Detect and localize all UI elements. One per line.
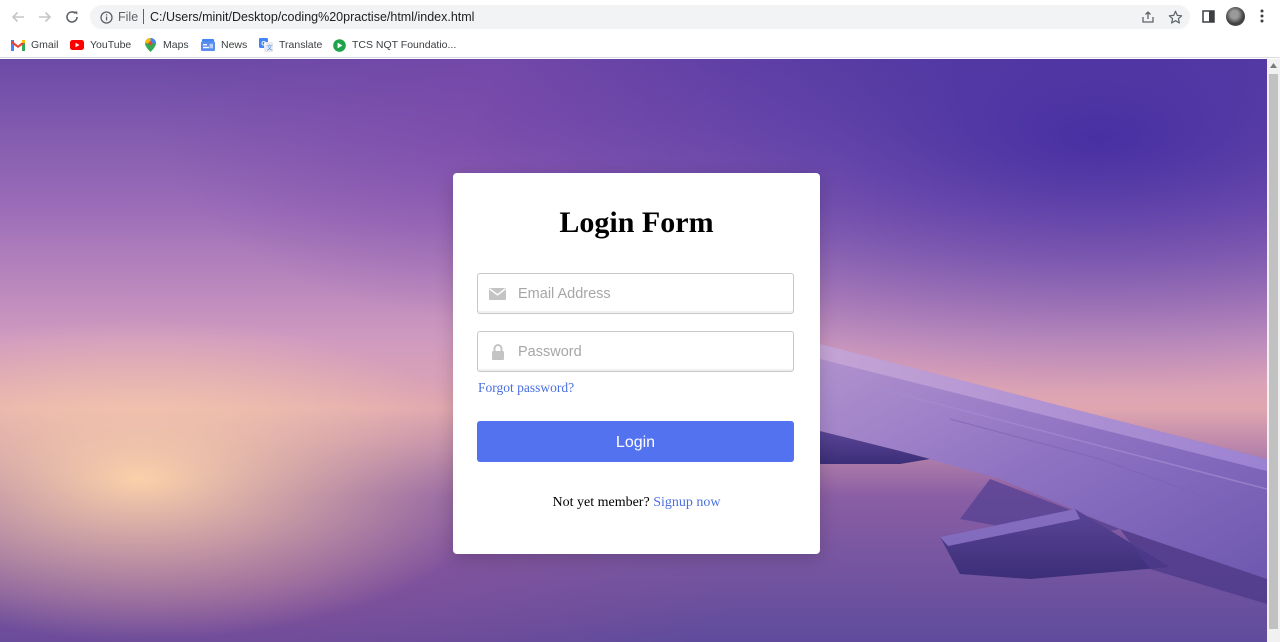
bookmark-label: TCS NQT Foundatio... <box>352 39 457 51</box>
forward-button[interactable] <box>34 6 56 28</box>
site-info-icon[interactable] <box>98 9 114 25</box>
bookmark-translate[interactable]: G 文 Translate <box>259 37 322 53</box>
login-button[interactable]: Login <box>477 421 794 462</box>
forward-arrow-icon <box>39 11 52 23</box>
password-input[interactable] <box>516 332 786 371</box>
address-bar[interactable]: File C:/Users/minit/Desktop/coding%20pra… <box>90 5 1190 29</box>
page-viewport: Login Form Forgot password? Login <box>0 59 1267 642</box>
url-text[interactable]: C:/Users/minit/Desktop/coding%20practise… <box>150 9 474 25</box>
signup-prompt-text: Not yet member? <box>552 495 650 510</box>
bookmark-label: Gmail <box>31 39 59 51</box>
login-title: Login Form <box>559 206 714 239</box>
bookmark-label: YouTube <box>90 39 132 51</box>
bookmark-label: News <box>221 39 248 51</box>
svg-text:文: 文 <box>267 44 273 52</box>
scroll-up-arrow-icon[interactable] <box>1267 59 1280 72</box>
news-icon <box>201 38 215 52</box>
signup-link[interactable]: Signup now <box>653 495 720 510</box>
back-arrow-icon <box>11 11 24 23</box>
kebab-menu-icon <box>1260 9 1264 23</box>
scrollbar-thumb[interactable] <box>1269 74 1278 629</box>
bookmarks-bar: Gmail YouTube Maps News G 文 Translate TC… <box>0 33 1280 58</box>
login-card: Login Form Forgot password? Login <box>453 173 820 554</box>
signup-prompt-line: Not yet member? Signup now <box>453 495 820 511</box>
profile-avatar[interactable] <box>1226 7 1245 26</box>
bookmark-maps[interactable]: Maps <box>143 37 189 53</box>
bookmark-label: Translate <box>279 39 323 51</box>
reload-button[interactable] <box>61 6 83 28</box>
side-panel-button[interactable] <box>1198 6 1218 26</box>
gmail-icon <box>11 38 25 52</box>
browser-toolbar: File C:/Users/minit/Desktop/coding%20pra… <box>0 0 1280 33</box>
url-scheme-label: File <box>118 10 139 24</box>
bookmark-youtube[interactable]: YouTube <box>70 37 131 53</box>
bookmark-label: Maps <box>163 39 189 51</box>
email-input[interactable] <box>516 274 786 313</box>
reload-icon <box>66 11 78 23</box>
page-scrollbar[interactable] <box>1267 59 1280 642</box>
bookmark-star-icon[interactable] <box>1167 9 1183 25</box>
email-field[interactable] <box>477 273 794 314</box>
tcs-icon <box>332 38 346 52</box>
forgot-password-link[interactable]: Forgot password? <box>478 380 574 396</box>
url-separator <box>143 9 144 24</box>
bookmark-gmail[interactable]: Gmail <box>11 37 58 53</box>
back-button[interactable] <box>7 6 29 28</box>
side-panel-icon <box>1201 9 1215 23</box>
envelope-icon <box>489 286 506 302</box>
bookmark-news[interactable]: News <box>201 37 247 53</box>
svg-text:G: G <box>261 41 266 48</box>
youtube-icon <box>70 38 84 52</box>
translate-icon: G 文 <box>259 38 273 52</box>
browser-menu-button[interactable] <box>1252 6 1272 26</box>
share-icon[interactable] <box>1140 9 1156 25</box>
maps-icon <box>143 38 157 52</box>
lock-icon <box>489 344 506 360</box>
password-field[interactable] <box>477 331 794 372</box>
bookmark-tcs-nqt[interactable]: TCS NQT Foundatio... <box>332 37 456 53</box>
